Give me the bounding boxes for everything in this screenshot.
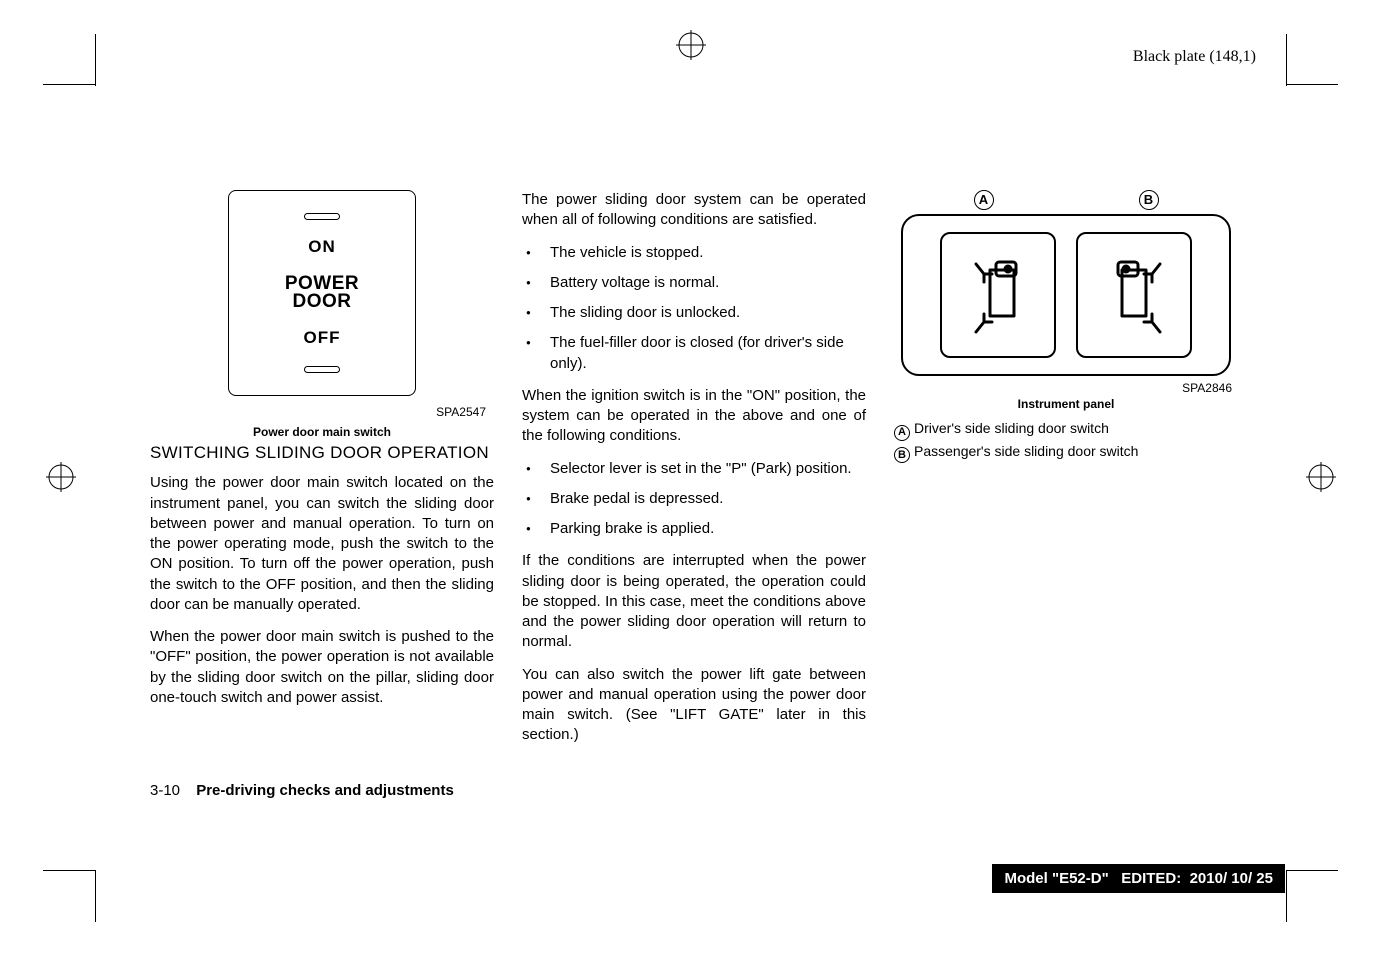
model-value: "E52-D"	[1052, 870, 1109, 887]
list-item: Selector lever is set in the "P" (Park) …	[522, 459, 866, 479]
crop-mark	[43, 84, 95, 85]
figure-caption: Power door main switch	[150, 424, 494, 440]
figure-legend: ADriver's side sliding door switch BPass…	[894, 418, 1238, 463]
passenger-switch-icon	[1076, 232, 1192, 358]
driver-switch-icon	[940, 232, 1056, 358]
column-1: ON POWER DOOR OFF SPA2547 Power door mai…	[150, 190, 494, 758]
legend-row: BPassenger's side sliding door switch	[894, 441, 1238, 463]
crop-mark	[95, 34, 96, 86]
crop-mark	[1286, 870, 1338, 871]
bullet-list: The vehicle is stopped. Battery voltage …	[522, 243, 866, 374]
edited-value: 2010/ 10/ 25	[1190, 870, 1273, 887]
registration-mark-icon	[46, 462, 76, 492]
legend-text: Passenger's side sliding door switch	[914, 443, 1138, 459]
footer-left: 3-10 Pre-driving checks and adjustments	[150, 782, 454, 799]
crop-mark	[1286, 34, 1287, 86]
callout-a-icon: A	[894, 425, 910, 441]
content-columns: ON POWER DOOR OFF SPA2547 Power door mai…	[150, 190, 1240, 758]
callout-b-icon: B	[894, 447, 910, 463]
figure-caption: Instrument panel	[1018, 396, 1115, 412]
switch-slot-icon	[304, 213, 340, 220]
bullet-list: Selector lever is set in the "P" (Park) …	[522, 459, 866, 540]
body-paragraph: Using the power door main switch located…	[150, 473, 494, 615]
switch-off-label: OFF	[304, 327, 341, 350]
figure-code: SPA2846	[1182, 380, 1232, 396]
switch-on-label: ON	[308, 236, 336, 259]
panel-frame	[901, 214, 1231, 376]
plate-header: Black plate (148,1)	[1133, 48, 1256, 66]
column-3: A B	[894, 190, 1238, 758]
panel-letter-row: A B	[901, 190, 1231, 210]
crop-mark	[1286, 870, 1287, 922]
body-paragraph: If the conditions are interrupted when t…	[522, 551, 866, 652]
edition-bar: Model "E52-D" EDITED: 2010/ 10/ 25	[992, 864, 1285, 893]
crop-mark	[1286, 84, 1338, 85]
switch-slot-icon	[304, 366, 340, 373]
body-paragraph: When the power door main switch is pushe…	[150, 627, 494, 708]
body-paragraph: You can also switch the power lift gate …	[522, 665, 866, 746]
list-item: Parking brake is applied.	[522, 519, 866, 539]
figure-power-door-switch: ON POWER DOOR OFF SPA2547	[150, 190, 494, 420]
figure-instrument-panel: A B	[894, 190, 1238, 463]
body-paragraph: The power sliding door system can be ope…	[522, 190, 866, 231]
body-paragraph: When the ignition switch is in the "ON" …	[522, 386, 866, 447]
callout-b-icon: B	[1139, 190, 1159, 210]
legend-row: ADriver's side sliding door switch	[894, 418, 1238, 440]
figure-code: SPA2547	[436, 404, 486, 420]
crop-mark	[95, 870, 96, 922]
list-item: Battery voltage is normal.	[522, 273, 866, 293]
list-item: The sliding door is unlocked.	[522, 303, 866, 323]
list-item: Brake pedal is depressed.	[522, 489, 866, 509]
section-heading: SWITCHING SLIDING DOOR OPERATION	[150, 442, 494, 465]
brand-line: DOOR	[293, 291, 352, 312]
list-item: The fuel-filler door is closed (for driv…	[522, 333, 866, 374]
registration-mark-icon	[1306, 462, 1336, 492]
edited-label: EDITED:	[1121, 870, 1181, 887]
list-item: The vehicle is stopped.	[522, 243, 866, 263]
page-number: 3-10	[150, 782, 180, 799]
switch-brand-label: POWER DOOR	[285, 275, 359, 311]
legend-text: Driver's side sliding door switch	[914, 420, 1109, 436]
model-label: Model	[1004, 870, 1047, 887]
crop-mark	[43, 870, 95, 871]
panel-illustration: A B	[901, 190, 1231, 376]
registration-mark-icon	[676, 30, 706, 60]
footer-title: Pre-driving checks and adjustments	[196, 782, 454, 799]
callout-a-icon: A	[974, 190, 994, 210]
switch-illustration: ON POWER DOOR OFF	[228, 190, 416, 396]
page: Black plate (148,1) ON POWER DOOR OFF SP…	[0, 0, 1381, 954]
column-2: The power sliding door system can be ope…	[522, 190, 866, 758]
